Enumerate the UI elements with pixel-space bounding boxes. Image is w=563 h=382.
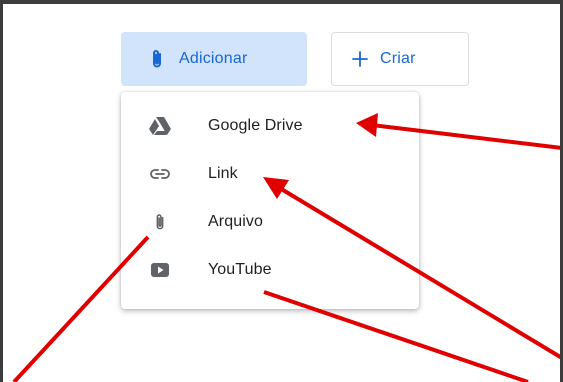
menu-item-google-drive[interactable]: Google Drive <box>121 102 419 150</box>
create-button[interactable]: Criar <box>331 32 469 86</box>
add-button[interactable]: Adicionar <box>121 32 307 86</box>
paperclip-icon <box>147 209 173 235</box>
youtube-icon <box>147 257 173 283</box>
google-drive-icon <box>147 113 173 139</box>
menu-item-youtube[interactable]: YouTube <box>121 246 419 294</box>
menu-item-label: Google Drive <box>208 117 303 134</box>
plus-icon <box>352 51 368 67</box>
menu-item-label: Link <box>208 165 238 182</box>
menu-item-link[interactable]: Link <box>121 150 419 198</box>
link-icon <box>147 161 173 187</box>
create-button-label: Criar <box>380 50 416 67</box>
menu-item-label: Arquivo <box>208 213 263 230</box>
add-button-label: Adicionar <box>179 50 248 67</box>
menu-item-label: YouTube <box>208 261 272 278</box>
menu-item-arquivo[interactable]: Arquivo <box>121 198 419 246</box>
paperclip-icon <box>149 48 165 70</box>
add-menu: Google Drive Link Arquivo YouTube <box>121 92 419 309</box>
